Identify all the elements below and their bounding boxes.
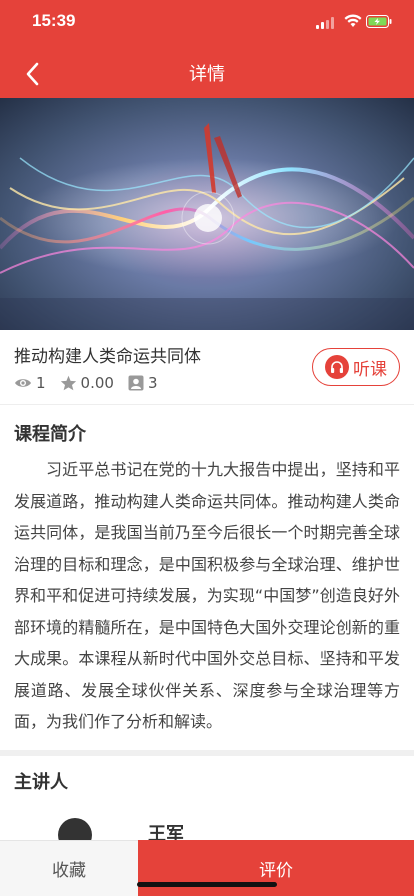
- lesson-count-icon: [128, 375, 144, 391]
- listen-button-label: 听课: [353, 359, 387, 380]
- light-ribbons-graphic: [0, 123, 414, 330]
- intro-text: 习近平总书记在党的十九大报告中提出，坚持和平发展道路，推动构建人类命运共同体。推…: [14, 460, 400, 731]
- course-stats: 1 0.00 3: [14, 372, 172, 394]
- intro-heading: 课程简介: [14, 424, 86, 445]
- cellular-signal-icon: [316, 17, 334, 29]
- section-divider: [0, 750, 414, 756]
- views-stat: 1: [14, 374, 46, 392]
- battery-charging-icon: [366, 15, 392, 28]
- wifi-icon: [344, 14, 362, 27]
- status-bar: 15:39: [0, 0, 414, 44]
- course-cover-image[interactable]: [0, 98, 414, 330]
- speaker-heading: 主讲人: [14, 772, 68, 793]
- rating-stat: 0.00: [60, 374, 114, 392]
- views-count: 1: [36, 374, 46, 392]
- lessons-count: 3: [147, 374, 158, 392]
- status-time: 15:39: [32, 11, 76, 30]
- bottom-action-bar: 收藏 评价: [0, 840, 414, 896]
- page-title: 详情: [189, 64, 225, 85]
- star-icon: [60, 375, 76, 391]
- listen-button[interactable]: 听课: [312, 348, 400, 386]
- course-title: 推动构建人类命运共同体: [14, 347, 201, 367]
- eye-icon: [15, 379, 31, 387]
- headphones-icon: [325, 355, 349, 379]
- rating-value: 0.00: [80, 374, 114, 392]
- lessons-stat: 3: [128, 374, 158, 392]
- divider: [0, 404, 414, 405]
- review-button[interactable]: 评价: [138, 840, 414, 896]
- app-header: 15:39 详情: [0, 0, 414, 98]
- favorite-button[interactable]: 收藏: [0, 840, 138, 896]
- home-indicator[interactable]: [137, 882, 277, 887]
